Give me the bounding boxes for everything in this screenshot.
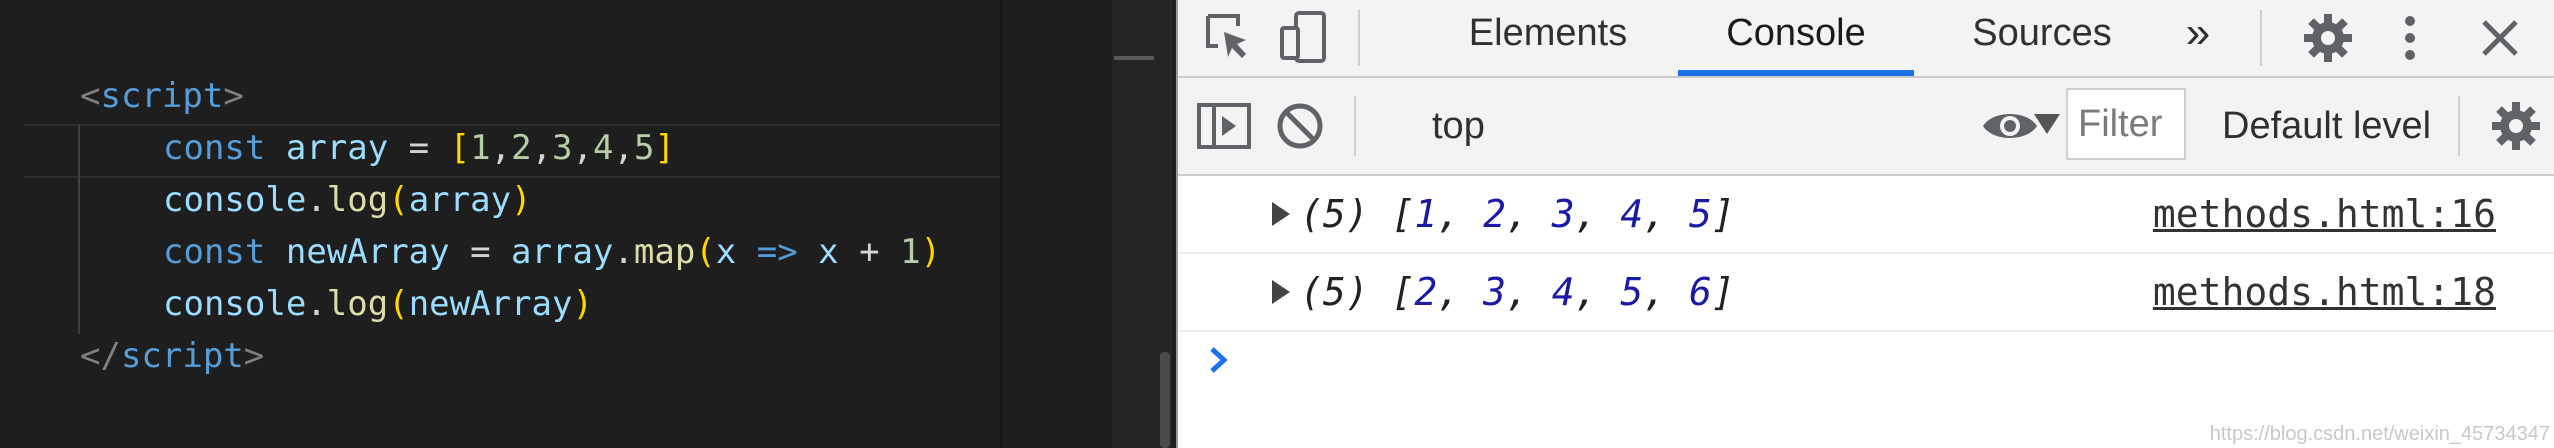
paren-close: ): [920, 232, 942, 272]
tab-sources[interactable]: Sources: [1942, 0, 2142, 76]
log-source-link[interactable]: methods.html:18: [2153, 254, 2496, 330]
sidebar-toggle-icon[interactable]: [1192, 94, 1256, 158]
context-value: top: [1432, 105, 1485, 147]
tag-name: script: [100, 76, 224, 116]
toolbar-separator: [2458, 96, 2460, 156]
device-toolbar-icon[interactable]: [1272, 6, 1336, 70]
console-toolbar: top Default levels: [1178, 78, 2554, 176]
tab-console[interactable]: Console: [1678, 0, 1914, 76]
console-log-row[interactable]: (5) [2, 3, 4, 5, 6] methods.html:18: [1178, 254, 2554, 332]
operator: =: [388, 128, 450, 168]
dot: .: [306, 180, 327, 220]
bracket-open: [: [449, 128, 471, 168]
function-name: log: [326, 180, 389, 220]
log-message[interactable]: (5) [2, 3, 4, 5, 6]: [1300, 254, 1735, 330]
number-literal: 1: [900, 232, 921, 272]
paren-open: (: [388, 284, 409, 324]
console-filter-input[interactable]: [2066, 88, 2186, 160]
operator: +: [838, 232, 901, 272]
clear-console-icon[interactable]: [1268, 94, 1332, 158]
tab-elements[interactable]: Elements: [1438, 0, 1658, 76]
more-tabs-button[interactable]: »: [2166, 0, 2230, 76]
comma: ,: [572, 128, 594, 168]
watermark: https://blog.csdn.net/weixin_45734347: [2209, 423, 2550, 445]
expand-arrow-icon[interactable]: [1272, 202, 1290, 226]
identifier: newArray: [408, 284, 573, 324]
function-name: log: [326, 284, 389, 324]
paren-open: (: [388, 180, 409, 220]
tag-open-bracket: </: [80, 336, 121, 376]
number-literal: 1: [470, 128, 491, 168]
editor-scrollbar-thumb[interactable]: [1160, 352, 1170, 448]
code-line-3[interactable]: console.log(array): [163, 174, 532, 226]
eye-icon[interactable]: [1978, 94, 2042, 158]
code-line-2[interactable]: const array = [1,2,3,4,5]: [163, 122, 675, 174]
javascript-context-select[interactable]: top: [1428, 78, 2068, 174]
log-message[interactable]: (5) [1, 2, 3, 4, 5]: [1300, 176, 1735, 252]
paren-open: (: [695, 232, 716, 272]
editor-minimap[interactable]: [1000, 0, 1114, 448]
identifier: array: [285, 128, 389, 168]
devtools-panel: Elements Console Sources » top Filter De…: [1176, 0, 2554, 448]
console-log-row[interactable]: (5) [1, 2, 3, 4, 5] methods.html:16: [1178, 176, 2554, 254]
identifier: array: [511, 232, 614, 272]
tabbar-separator: [2260, 10, 2262, 66]
tag-close-bracket: >: [223, 76, 244, 116]
console-prompt[interactable]: [1208, 340, 1230, 380]
tag-name: script: [120, 336, 244, 376]
tabbar-separator: [1358, 10, 1360, 66]
close-icon[interactable]: [2468, 6, 2532, 70]
log-source-link[interactable]: methods.html:16: [2153, 176, 2496, 252]
indent-guide: [78, 124, 80, 334]
settings-gear-icon[interactable]: [2296, 6, 2360, 70]
identifier: newArray: [285, 232, 450, 272]
code-line-5[interactable]: console.log(newArray): [163, 278, 593, 330]
number-literal: 3: [552, 128, 573, 168]
dot: .: [613, 232, 634, 272]
console-settings-gear-icon[interactable]: [2484, 94, 2548, 158]
bracket-close: ]: [654, 128, 675, 168]
prompt-chevron-icon: [1210, 347, 1228, 373]
parameter: x: [818, 232, 839, 272]
paren-close: ): [572, 284, 593, 324]
identifier: console: [163, 284, 307, 324]
parameter: x: [715, 232, 737, 272]
tag-open-bracket: <: [80, 76, 101, 116]
comma: ,: [613, 128, 634, 168]
comma: ,: [531, 128, 553, 168]
keyword: const: [163, 128, 266, 168]
log-levels-select[interactable]: Default levels: [2222, 78, 2432, 174]
scrollbar-position-marker: [1114, 56, 1154, 60]
comma: ,: [490, 128, 512, 168]
toolbar-separator: [1354, 96, 1356, 156]
console-output[interactable]: (5) [1, 2, 3, 4, 5] methods.html:16 (5) …: [1178, 176, 2554, 448]
number-literal: 4: [593, 128, 614, 168]
number-literal: 5: [633, 128, 655, 168]
keyword: const: [163, 232, 266, 272]
tag-close-bracket: >: [243, 336, 265, 376]
code-line-4[interactable]: const newArray = array.map(x => x + 1): [163, 226, 941, 278]
code-line-6[interactable]: </script>: [80, 330, 264, 382]
dot: .: [306, 284, 327, 324]
function-name: map: [633, 232, 696, 272]
number-literal: 2: [511, 128, 532, 168]
operator: =: [449, 232, 512, 272]
code-line-1[interactable]: <script>: [80, 70, 244, 122]
inspect-element-icon[interactable]: [1198, 6, 1262, 70]
paren-close: ): [511, 180, 532, 220]
identifier: array: [408, 180, 512, 220]
code-editor[interactable]: <script> const array = [1,2,3,4,5] conso…: [0, 0, 1000, 448]
expand-arrow-icon[interactable]: [1272, 280, 1290, 304]
arrow-operator: =>: [736, 232, 819, 272]
active-tab-indicator: [1678, 70, 1914, 76]
identifier: console: [163, 180, 307, 220]
more-vertical-icon[interactable]: [2378, 6, 2442, 70]
devtools-tabbar: Elements Console Sources »: [1178, 0, 2554, 78]
